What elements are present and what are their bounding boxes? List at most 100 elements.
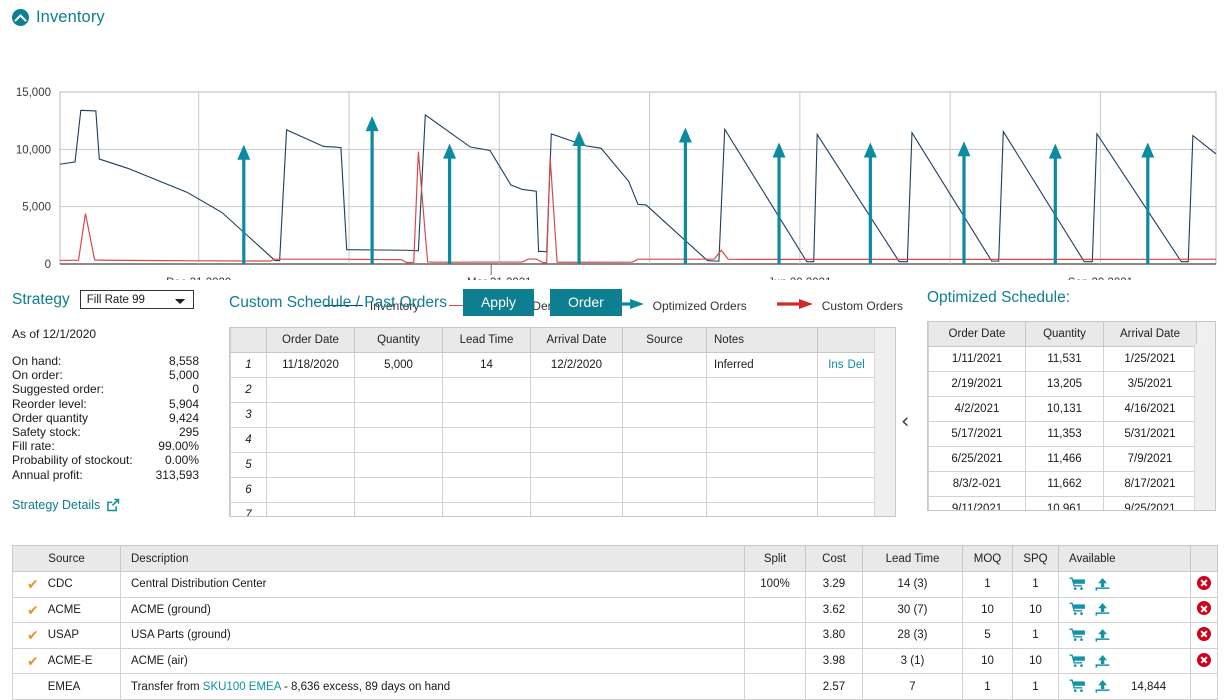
strategy-select[interactable]: Fill Rate 99 bbox=[80, 290, 194, 309]
delete-row-button[interactable]: Del bbox=[848, 359, 865, 371]
table-row[interactable]: 9/11/202110,9619/25/2021 bbox=[929, 497, 1197, 512]
custom-schedule-scrollbar[interactable] bbox=[874, 328, 895, 516]
check-icon[interactable]: ✔ bbox=[27, 654, 39, 668]
cell-arrival-date[interactable] bbox=[531, 453, 623, 478]
cart-icon[interactable] bbox=[1069, 628, 1086, 643]
cell-source[interactable] bbox=[623, 353, 707, 378]
table-row[interactable]: 4 bbox=[231, 428, 876, 453]
table-row[interactable]: ✔USAPUSA Parts (ground)3.8028 (3)51 bbox=[13, 623, 1218, 649]
cell-arrival-date[interactable] bbox=[531, 378, 623, 403]
table-row[interactable]: 8/3/2-02111,6628/17/2021 bbox=[929, 472, 1197, 497]
sku-link[interactable]: SKU100 EMEA bbox=[203, 681, 281, 693]
cell-order-date[interactable]: 11/18/2020 bbox=[267, 353, 355, 378]
cell-source[interactable]: ✔CDC bbox=[13, 572, 121, 598]
cell-quantity[interactable] bbox=[355, 478, 443, 503]
cell-source[interactable] bbox=[623, 453, 707, 478]
cart-icon[interactable] bbox=[1069, 654, 1086, 669]
delete-source-button[interactable] bbox=[1197, 627, 1211, 641]
cell-quantity[interactable] bbox=[355, 403, 443, 428]
optimized-schedule-scrollbar[interactable] bbox=[1194, 344, 1215, 511]
cell-cost: 3.98 bbox=[806, 648, 863, 674]
transfer-up-icon[interactable] bbox=[1095, 602, 1110, 617]
transfer-up-icon[interactable] bbox=[1095, 654, 1110, 669]
delete-source-button[interactable] bbox=[1197, 601, 1211, 615]
table-row[interactable]: 3 bbox=[231, 403, 876, 428]
delete-source-button[interactable] bbox=[1197, 653, 1211, 667]
cart-icon[interactable] bbox=[1069, 602, 1086, 617]
cell-source[interactable]: ✔EMEA bbox=[13, 674, 121, 700]
table-row[interactable]: 6 bbox=[231, 478, 876, 503]
cell-lead-time[interactable] bbox=[443, 428, 531, 453]
cell-order-date[interactable] bbox=[267, 428, 355, 453]
cell-quantity[interactable] bbox=[355, 378, 443, 403]
delete-source-button[interactable] bbox=[1197, 576, 1211, 590]
cell-source[interactable] bbox=[623, 378, 707, 403]
table-row[interactable]: 5/17/202111,3535/31/2021 bbox=[929, 422, 1197, 447]
row-actions bbox=[818, 453, 876, 478]
cell-source[interactable] bbox=[623, 478, 707, 503]
cell-notes[interactable] bbox=[707, 428, 818, 453]
column-header: MOQ bbox=[963, 546, 1013, 572]
cell-notes[interactable]: Inferred bbox=[707, 353, 818, 378]
cell-notes[interactable] bbox=[707, 478, 818, 503]
cell-arrival-date[interactable] bbox=[531, 478, 623, 503]
cell-lead-time[interactable] bbox=[443, 478, 531, 503]
strategy-details-link[interactable]: Strategy Details bbox=[12, 498, 227, 512]
check-icon[interactable]: ✔ bbox=[27, 603, 39, 617]
cell-order-date[interactable] bbox=[267, 453, 355, 478]
cell-lead-time[interactable] bbox=[443, 378, 531, 403]
cell-source[interactable]: ✔ACME-E bbox=[13, 648, 121, 674]
cell-source[interactable] bbox=[623, 403, 707, 428]
table-row[interactable]: 2 bbox=[231, 378, 876, 403]
table-row[interactable]: 5 bbox=[231, 453, 876, 478]
transfer-up-icon[interactable] bbox=[1095, 577, 1110, 592]
cell-arrival-date[interactable] bbox=[531, 403, 623, 428]
check-icon[interactable]: ✔ bbox=[27, 577, 39, 591]
cell-quantity[interactable] bbox=[355, 428, 443, 453]
cell-order-date[interactable] bbox=[267, 478, 355, 503]
table-row[interactable]: 7 bbox=[231, 503, 876, 518]
cell-quantity[interactable]: 5,000 bbox=[355, 353, 443, 378]
cell-notes[interactable] bbox=[707, 403, 818, 428]
apply-button[interactable]: Apply bbox=[463, 289, 534, 316]
cell-order-date[interactable] bbox=[267, 503, 355, 518]
table-row[interactable]: 2/19/202113,2053/5/2021 bbox=[929, 372, 1197, 397]
order-button[interactable]: Order bbox=[550, 289, 622, 316]
table-row[interactable]: ✔CDCCentral Distribution Center100%3.291… bbox=[13, 572, 1218, 598]
cell-order-date[interactable] bbox=[267, 403, 355, 428]
cell-arrival-date[interactable]: 12/2/2020 bbox=[531, 353, 623, 378]
table-row[interactable]: ✔ACMEACME (ground)3.6230 (7)1010 bbox=[13, 597, 1218, 623]
column-header bbox=[231, 328, 267, 353]
cell-moq: 1 bbox=[963, 674, 1013, 700]
table-row[interactable]: ✔ACME-EACME (air)3.983 (1)1010 bbox=[13, 648, 1218, 674]
table-row[interactable]: 4/2/202110,1314/16/2021 bbox=[929, 397, 1197, 422]
cell-order-date[interactable] bbox=[267, 378, 355, 403]
cell-arrival-date[interactable] bbox=[531, 503, 623, 518]
cart-icon[interactable] bbox=[1069, 577, 1086, 592]
cell-source[interactable] bbox=[623, 503, 707, 518]
table-row[interactable]: ✔EMEATransfer from SKU100 EMEA - 8,636 e… bbox=[13, 674, 1218, 700]
cell-quantity[interactable] bbox=[355, 453, 443, 478]
cell-lead-time[interactable] bbox=[443, 503, 531, 518]
cell-source[interactable]: ✔USAP bbox=[13, 623, 121, 649]
table-row[interactable]: 1/11/202111,5311/25/2021 bbox=[929, 347, 1197, 372]
cell-quantity[interactable] bbox=[355, 503, 443, 518]
insert-row-button[interactable]: Ins bbox=[828, 359, 843, 371]
cell-lead-time[interactable]: 14 bbox=[443, 353, 531, 378]
column-header: Lead Time bbox=[443, 328, 531, 353]
cell-arrival-date[interactable] bbox=[531, 428, 623, 453]
check-icon[interactable]: ✔ bbox=[27, 628, 39, 642]
transfer-up-icon[interactable] bbox=[1095, 628, 1110, 643]
table-row[interactable]: 6/25/202111,4667/9/2021 bbox=[929, 447, 1197, 472]
cell-notes[interactable] bbox=[707, 378, 818, 403]
cell-notes[interactable] bbox=[707, 503, 818, 518]
cell-source[interactable] bbox=[623, 428, 707, 453]
cell-notes[interactable] bbox=[707, 453, 818, 478]
cell-source[interactable]: ✔ACME bbox=[13, 597, 121, 623]
collapse-panel-chevron-left-icon[interactable]: ‹ bbox=[901, 411, 909, 432]
chevron-up-circle-icon[interactable] bbox=[12, 9, 29, 26]
external-link-icon bbox=[106, 498, 120, 512]
table-row[interactable]: 111/18/20205,0001412/2/2020InferredInsDe… bbox=[231, 353, 876, 378]
cell-lead-time[interactable] bbox=[443, 453, 531, 478]
cell-lead-time[interactable] bbox=[443, 403, 531, 428]
